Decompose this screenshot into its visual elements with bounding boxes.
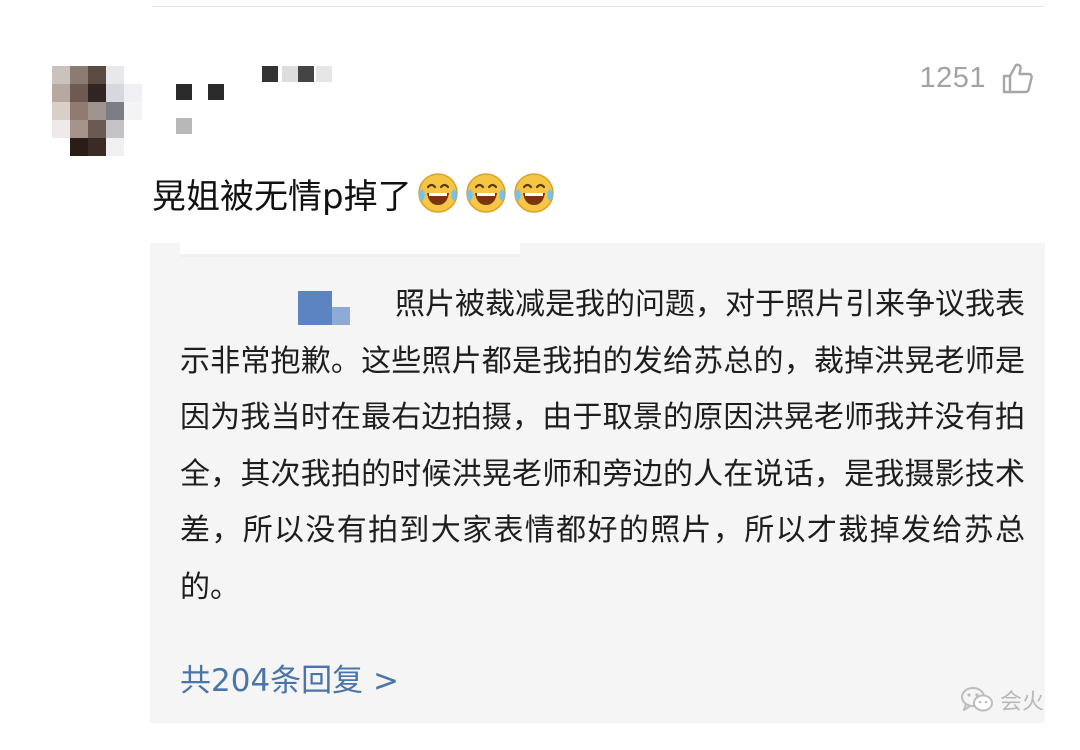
laugh-cry-emoji-icon bbox=[464, 171, 508, 215]
divider bbox=[152, 6, 1044, 7]
username[interactable] bbox=[170, 66, 340, 136]
like-count: 1251 bbox=[919, 61, 986, 94]
comment-text: 晃姐被无情p掉了 bbox=[152, 168, 560, 218]
thumbs-up-icon[interactable] bbox=[1000, 61, 1034, 95]
view-replies-link[interactable]: 共204条回复 > bbox=[180, 655, 399, 700]
comment-body: 晃姐被无情p掉了 bbox=[152, 176, 412, 217]
emoji-row bbox=[416, 171, 560, 215]
watermark-text: 会火 bbox=[999, 690, 1044, 715]
laugh-cry-emoji-icon bbox=[416, 171, 460, 215]
wechat-icon bbox=[960, 685, 994, 715]
comment-screen: 1251 晃姐被无情p掉了 照片被裁减是我的问题，对于照片引来争议我表示非常抱歉… bbox=[0, 0, 1080, 750]
reply-box-top-edge bbox=[180, 243, 520, 257]
laugh-cry-emoji-icon bbox=[512, 171, 556, 215]
reply-body: 照片被裁减是我的问题，对于照片引来争议我表示非常抱歉。这些照片都是我拍的发给苏总… bbox=[180, 287, 1025, 605]
avatar[interactable] bbox=[52, 66, 142, 156]
watermark: 会火 bbox=[960, 684, 1044, 716]
reply-preview[interactable]: 照片被裁减是我的问题，对于照片引来争议我表示非常抱歉。这些照片都是我拍的发给苏总… bbox=[150, 243, 1045, 723]
like-button[interactable]: 1251 bbox=[919, 58, 1034, 98]
